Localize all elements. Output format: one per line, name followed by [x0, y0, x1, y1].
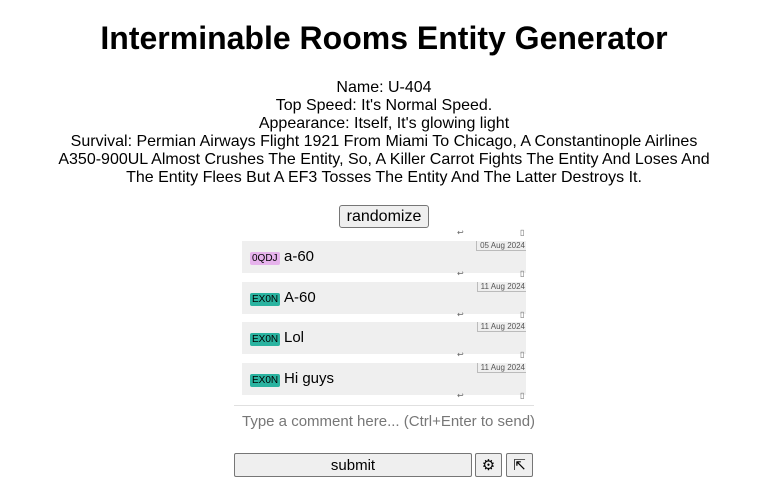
comment-date: 11 Aug 2024: [476, 322, 526, 332]
gear-icon: ⚙: [481, 457, 496, 474]
reply-icon[interactable]: ↩: [457, 270, 464, 278]
entity-appearance: Appearance: Itself, It's glowing light: [258, 115, 510, 132]
page: Interminable Rooms Entity Generator Name…: [0, 0, 768, 480]
comment-text: Lol: [284, 329, 305, 346]
comment-item: 11 Aug 2024 EX0N A-60: [242, 282, 526, 314]
user-badge: EX0N: [250, 374, 281, 387]
entity-description: Name: U-404 Top Speed: It's Normal Speed…: [48, 79, 720, 187]
comment-actions-partial: ↩ ▯: [242, 228, 526, 238]
randomize-button[interactable]: randomize: [339, 205, 429, 228]
comment-item: 11 Aug 2024 EX0N Hi guys: [242, 363, 526, 395]
entity-name: Name: U-404: [336, 79, 432, 96]
comment-list[interactable]: ↩ ▯ 05 Aug 2024 0QDJ a-60 ↩ ▯ 11 Aug 202…: [242, 228, 526, 400]
flag-icon[interactable]: ▯: [520, 229, 524, 237]
reply-icon[interactable]: ↩: [457, 392, 464, 400]
flag-icon[interactable]: ▯: [520, 392, 524, 400]
flag-icon[interactable]: ▯: [520, 270, 524, 278]
comment-date: 05 Aug 2024: [476, 241, 526, 251]
comment-date: 11 Aug 2024: [476, 282, 526, 292]
comment-date: 11 Aug 2024: [476, 363, 526, 373]
comment-item: 11 Aug 2024 EX0N Lol: [242, 322, 526, 354]
reply-icon[interactable]: ↩: [457, 229, 464, 237]
popout-button[interactable]: ⇱: [506, 453, 533, 477]
comment-input[interactable]: [234, 406, 534, 436]
comment-text: Hi guys: [284, 370, 335, 387]
entity-survival: Survival: Permian Airways Flight 1921 Fr…: [58, 133, 710, 186]
page-title: Interminable Rooms Entity Generator: [100, 20, 668, 56]
reply-icon[interactable]: ↩: [457, 351, 464, 359]
reply-icon[interactable]: ↩: [457, 311, 464, 319]
flag-icon[interactable]: ▯: [520, 311, 524, 319]
user-badge: EX0N: [250, 333, 281, 346]
user-badge: EX0N: [250, 293, 281, 306]
flag-icon[interactable]: ▯: [520, 351, 524, 359]
submit-button[interactable]: submit: [234, 453, 472, 477]
popout-icon: ⇱: [513, 457, 526, 474]
user-badge: 0QDJ: [250, 252, 280, 265]
settings-button[interactable]: ⚙: [475, 453, 502, 477]
comment-text: A-60: [284, 289, 316, 306]
comment-text: a-60: [284, 248, 315, 265]
entity-top-speed: Top Speed: It's Normal Speed.: [275, 97, 493, 114]
comment-item: 05 Aug 2024 0QDJ a-60: [242, 241, 526, 273]
